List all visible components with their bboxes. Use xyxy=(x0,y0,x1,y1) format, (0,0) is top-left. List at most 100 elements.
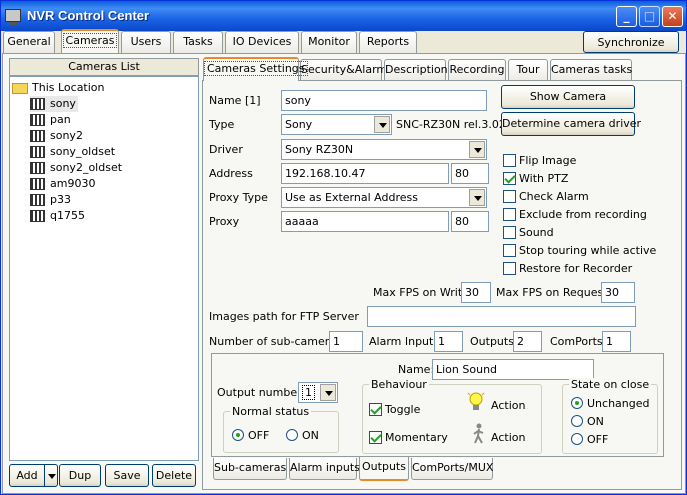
normal-status-off-radio[interactable] xyxy=(232,429,244,441)
chevron-down-icon[interactable] xyxy=(320,384,336,401)
output-name-label: Name: xyxy=(398,363,435,376)
stop-touring-checkbox[interactable] xyxy=(503,244,516,257)
tab-users[interactable]: Users xyxy=(121,31,171,53)
ftp-input[interactable] xyxy=(367,306,636,327)
output-number-select[interactable]: 1 xyxy=(298,382,338,403)
maximize-button[interactable]: □ xyxy=(639,6,660,27)
tree-item-sony[interactable]: sony xyxy=(30,96,78,112)
determine-driver-button[interactable]: Determine camera driver xyxy=(501,112,641,136)
camera-icon xyxy=(30,210,45,222)
toggle-checkbox[interactable] xyxy=(369,403,382,416)
tab-io-devices[interactable]: IO Devices xyxy=(225,31,299,53)
type-model: SNC-RZ30N rel.3.02 xyxy=(396,118,506,131)
tab-alarm-inputs[interactable]: Alarm inputs xyxy=(289,458,360,480)
behaviour-title: Behaviour xyxy=(369,378,429,391)
computer-icon xyxy=(5,9,21,25)
stop-touring-label: Stop touring while active xyxy=(519,244,657,257)
momentary-label: Momentary xyxy=(385,431,448,444)
tab-tour[interactable]: Tour xyxy=(508,59,548,81)
state-on-close-title: State on close xyxy=(569,378,652,391)
proxy-input[interactable]: aaaaa xyxy=(281,211,449,232)
proxy-type-select[interactable]: Use as External Address xyxy=(281,187,487,208)
max-fps-request-input[interactable]: 30 xyxy=(601,282,635,303)
address-label: Address xyxy=(209,167,253,180)
chevron-down-icon[interactable] xyxy=(469,141,485,158)
normal-status-off-label: OFF xyxy=(248,429,270,442)
with-ptz-label: With PTZ xyxy=(519,172,569,185)
cameras-list-header: Cameras List xyxy=(9,58,199,76)
output-name-input[interactable]: Lion Sound xyxy=(432,359,594,380)
type-select[interactable]: Sony xyxy=(281,114,392,135)
driver-select[interactable]: Sony RZ30N xyxy=(281,139,487,160)
normal-status-on-label: ON xyxy=(302,429,319,442)
chevron-down-icon[interactable] xyxy=(374,116,390,133)
output-number-label: Output number: xyxy=(217,386,306,399)
restore-recorder-label: Restore for Recorder xyxy=(519,262,633,275)
save-button[interactable]: Save xyxy=(105,464,149,487)
proxy-type-label: Proxy Type xyxy=(209,191,268,204)
delete-button[interactable]: Delete xyxy=(152,464,196,487)
behaviour-group: Behaviour Toggle Action Momentary Action xyxy=(362,378,542,454)
normal-status-title: Normal status xyxy=(230,405,312,418)
tab-reports[interactable]: Reports xyxy=(359,31,417,53)
camera-icon xyxy=(30,194,45,206)
momentary-checkbox[interactable] xyxy=(369,431,382,444)
flip-image-checkbox[interactable] xyxy=(503,154,516,167)
outputs-input[interactable]: 2 xyxy=(513,331,542,352)
tab-cameras[interactable]: Cameras xyxy=(61,29,119,53)
tab-tasks[interactable]: Tasks xyxy=(173,31,223,53)
proxy-label: Proxy xyxy=(209,215,240,228)
tab-sub-cameras[interactable]: Sub-cameras xyxy=(213,458,287,480)
synchronize-button[interactable]: Synchronize xyxy=(583,31,679,53)
type-label: Type xyxy=(209,118,235,131)
exclude-recording-label: Exclude from recording xyxy=(519,208,647,221)
state-unchanged-label: Unchanged xyxy=(587,397,650,410)
lightbulb-icon xyxy=(467,391,485,415)
camera-icon xyxy=(30,178,45,190)
exclude-recording-checkbox[interactable] xyxy=(503,208,516,221)
tab-recording[interactable]: Recording xyxy=(448,59,506,81)
tab-cameras-tasks[interactable]: Cameras tasks xyxy=(550,59,632,81)
max-fps-write-input[interactable]: 30 xyxy=(461,282,491,303)
add-dropdown-button[interactable] xyxy=(44,464,58,487)
name-label: Name [1] xyxy=(209,94,261,107)
max-fps-write-label: Max FPS on Write xyxy=(373,286,469,299)
tab-outputs[interactable]: Outputs xyxy=(359,457,409,481)
tab-security-alarm[interactable]: Security&Alarm xyxy=(300,59,387,81)
tab-description[interactable]: Description xyxy=(384,59,448,81)
alarm-inputs-input[interactable]: 1 xyxy=(434,331,463,352)
show-camera-button[interactable]: Show Camera xyxy=(501,85,635,109)
tab-monitor[interactable]: Monitor xyxy=(301,31,357,53)
close-button[interactable]: ✕ xyxy=(662,6,683,27)
app-window: NVR Control Center _ □ ✕ General Cameras… xyxy=(0,0,687,495)
tab-cameras-settings[interactable]: Cameras Settings xyxy=(203,57,308,81)
title-bar[interactable]: NVR Control Center _ □ ✕ xyxy=(1,1,686,31)
with-ptz-checkbox[interactable] xyxy=(503,172,516,185)
tab-general[interactable]: General xyxy=(3,31,55,53)
normal-status-on-radio[interactable] xyxy=(286,429,298,441)
add-button[interactable]: Add xyxy=(9,464,45,487)
tab-comports-mux[interactable]: ComPorts/MUX xyxy=(411,458,493,480)
state-on-radio[interactable] xyxy=(571,415,583,427)
state-off-radio[interactable] xyxy=(571,433,583,445)
comports-label: ComPorts: xyxy=(550,335,607,348)
flip-image-label: Flip Image xyxy=(519,154,577,167)
restore-recorder-checkbox[interactable] xyxy=(503,262,516,275)
dup-button[interactable]: Dup xyxy=(59,464,101,487)
comports-input[interactable]: 1 xyxy=(602,331,631,352)
check-alarm-label: Check Alarm xyxy=(519,190,589,203)
minimize-button[interactable]: _ xyxy=(616,6,637,27)
cameras-tree[interactable]: This Location sony pan sony2 sony_oldset… xyxy=(9,76,199,461)
check-alarm-checkbox[interactable] xyxy=(503,190,516,203)
proxy-port-input[interactable]: 80 xyxy=(451,211,489,232)
state-unchanged-radio[interactable] xyxy=(571,397,583,409)
sound-checkbox[interactable] xyxy=(503,226,516,239)
address-port-input[interactable]: 80 xyxy=(451,163,489,184)
address-input[interactable]: 192.168.10.47 xyxy=(281,163,449,184)
camera-settings-panel: Name [1] sony Type Sony SNC-RZ30N rel.3.… xyxy=(202,80,682,490)
subcams-input[interactable]: 1 xyxy=(329,331,363,352)
ftp-label: Images path for FTP Server xyxy=(209,310,359,323)
name-input[interactable]: sony xyxy=(281,90,487,111)
outputs-label: Outputs: xyxy=(470,335,518,348)
chevron-down-icon[interactable] xyxy=(469,189,485,206)
